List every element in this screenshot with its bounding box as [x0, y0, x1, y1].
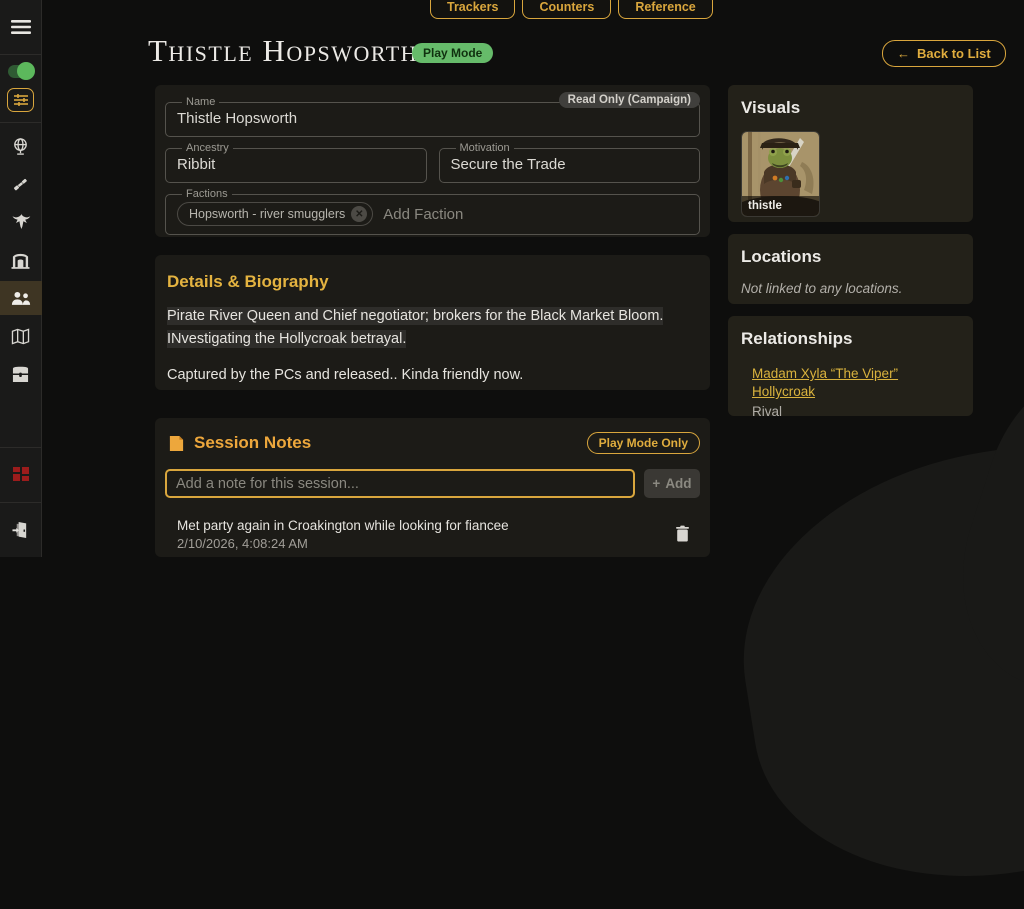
relationship-link[interactable]: Madam Xyla “The Viper” Hollycroak	[752, 366, 898, 399]
add-note-button[interactable]: + Add	[644, 469, 700, 498]
details-biography-title: Details & Biography	[167, 272, 329, 291]
play-mode-only-badge: Play Mode Only	[586, 432, 700, 454]
ancestry-field[interactable]: Ancestry	[165, 142, 427, 183]
name-field-label: Name	[186, 96, 216, 108]
relationship-type: Rival	[752, 404, 783, 419]
locations-empty-text: Not linked to any locations.	[741, 281, 903, 296]
motivation-field-label: Motivation	[459, 142, 510, 154]
top-toolbar: Trackers Counters Reference	[430, 0, 713, 19]
hamburger-menu-icon[interactable]	[0, 10, 42, 44]
factions-field[interactable]: Factions Hopsworth - river smugglers ✕	[165, 188, 700, 235]
back-arrow-icon: ←	[897, 46, 910, 61]
note-text: Met party again in Croakington while loo…	[177, 518, 509, 533]
treasure-chest-icon[interactable]	[0, 357, 42, 391]
play-mode-toggle[interactable]	[7, 62, 35, 80]
locations-card: Locations Not linked to any locations.	[728, 234, 973, 304]
character-portrait-thumbnail[interactable]: thistle	[741, 131, 820, 217]
motivation-input[interactable]	[450, 156, 688, 173]
session-notes-card: Session Notes Play Mode Only + Add Met p…	[155, 418, 710, 557]
toggle-knob	[16, 62, 35, 80]
faction-chip[interactable]: Hopsworth - river smugglers ✕	[177, 202, 374, 226]
locations-title: Locations	[741, 247, 822, 266]
characters-icon[interactable]	[0, 281, 42, 315]
session-note-item: Met party again in Croakington while loo…	[165, 514, 700, 555]
chip-remove-icon[interactable]: ✕	[351, 206, 368, 222]
relationship-item: Madam Xyla “The Viper” Hollycroak Rival	[741, 365, 960, 419]
background-watermark-shape	[715, 400, 1024, 909]
name-input[interactable]	[177, 110, 688, 127]
character-form-card: Read Only (Campaign) Name Ancestry Motiv…	[155, 85, 710, 237]
relationships-title: Relationships	[741, 329, 853, 348]
counters-button[interactable]: Counters	[522, 0, 612, 19]
readonly-campaign-badge: Read Only (Campaign)	[558, 92, 700, 108]
spyglass-icon[interactable]	[0, 167, 42, 201]
add-faction-input[interactable]	[383, 205, 584, 223]
thumbnail-caption: thistle	[742, 196, 819, 216]
modules-grid-icon[interactable]	[0, 458, 42, 492]
ancestry-input[interactable]	[177, 156, 415, 173]
session-note-input[interactable]	[165, 469, 635, 498]
back-button-label: Back to List	[917, 46, 991, 61]
session-notes-title: Session Notes	[194, 433, 312, 452]
factions-field-label: Factions	[186, 188, 228, 200]
page-title: Thistle Hopsworth	[148, 33, 419, 68]
filters-sliders-icon[interactable]	[7, 88, 34, 112]
ancestry-field-label: Ancestry	[186, 142, 229, 154]
gate-icon[interactable]	[0, 243, 42, 277]
biography-paragraph: Pirate River Queen and Chief negotiator;…	[167, 305, 672, 351]
globe-icon[interactable]	[0, 129, 42, 163]
dragon-icon[interactable]	[0, 205, 42, 239]
trackers-button[interactable]: Trackers	[430, 0, 516, 19]
delete-note-icon[interactable]	[673, 523, 692, 547]
relationships-card: Relationships Madam Xyla “The Viper” Hol…	[728, 316, 973, 419]
reference-button[interactable]: Reference	[618, 0, 713, 19]
faction-chip-label: Hopsworth - river smugglers	[189, 207, 346, 221]
note-timestamp: 2/10/2026, 4:08:24 AM	[177, 536, 308, 551]
details-biography-card: Details & Biography Pirate River Queen a…	[155, 255, 710, 390]
motivation-field[interactable]: Motivation	[438, 142, 700, 183]
play-mode-badge: Play Mode	[412, 43, 494, 63]
visuals-title: Visuals	[741, 98, 801, 117]
highlighted-text: Pirate River Queen and Chief negotiator;…	[167, 307, 664, 349]
exit-door-icon[interactable]	[0, 513, 42, 547]
back-to-list-button[interactable]: ← Back to List	[882, 40, 1006, 67]
note-file-icon	[168, 435, 185, 452]
visuals-card: Visuals thistle	[728, 85, 973, 222]
left-sidebar	[0, 0, 42, 557]
add-button-label: Add	[665, 476, 692, 491]
plus-icon: +	[652, 476, 661, 491]
map-icon[interactable]	[0, 319, 42, 353]
biography-paragraph: Captured by the PCs and released.. Kinda…	[167, 367, 524, 384]
